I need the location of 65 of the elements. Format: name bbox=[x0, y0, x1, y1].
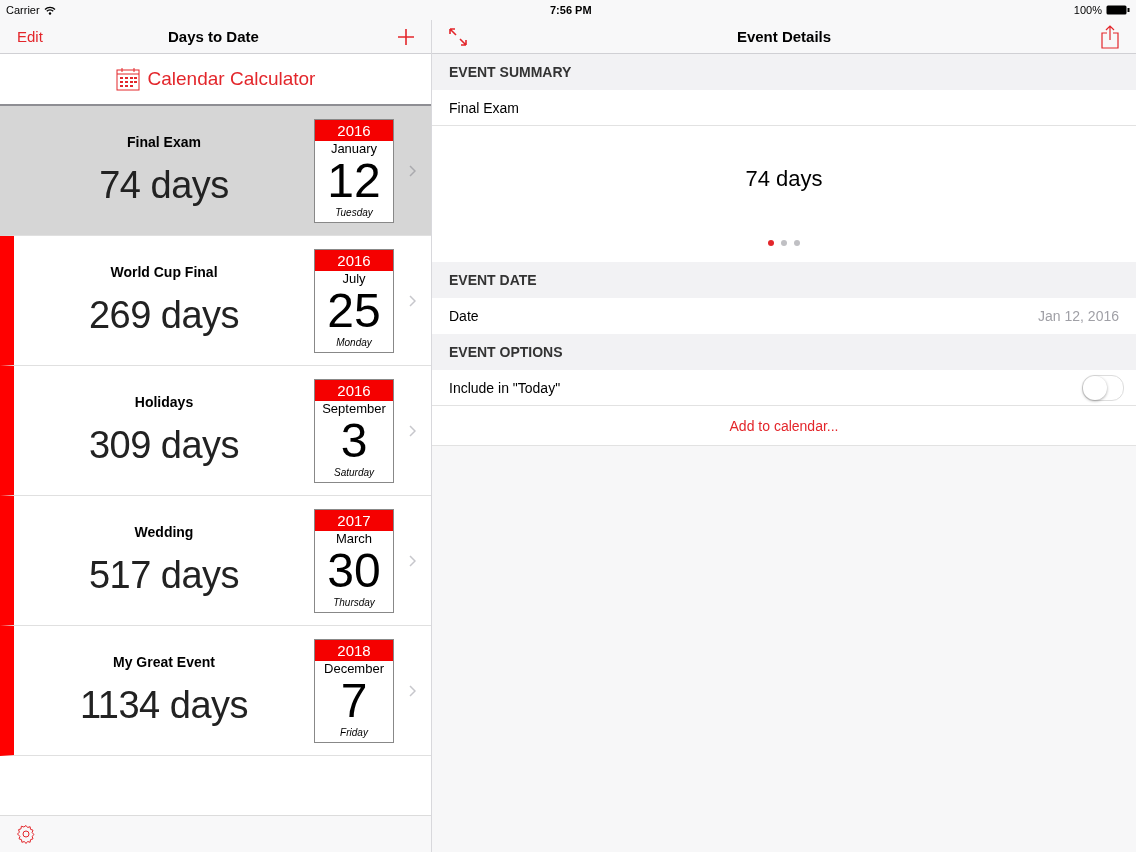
calendar-weekday: Friday bbox=[340, 726, 368, 738]
event-row[interactable]: My Great Event 1134 days 2018 December 7 Friday bbox=[0, 626, 431, 756]
carrier-label: Carrier bbox=[6, 4, 40, 16]
calendar-weekday: Saturday bbox=[334, 466, 374, 478]
calendar-year: 2016 bbox=[315, 119, 393, 141]
event-title: Wedding bbox=[134, 524, 194, 540]
chevron-icon bbox=[409, 424, 416, 437]
calendar-month: January bbox=[330, 140, 378, 157]
calendar-day: 7 bbox=[340, 676, 368, 725]
calendar-icon bbox=[115, 67, 140, 91]
settings-icon[interactable] bbox=[16, 824, 36, 844]
clock-time: 7:56 PM bbox=[550, 4, 592, 16]
days-count: 517 days bbox=[88, 554, 240, 597]
days-count: 1134 days bbox=[79, 684, 248, 727]
add-to-calendar-link[interactable]: Add to calendar... bbox=[729, 418, 839, 434]
include-label: Include in "Today" bbox=[449, 380, 561, 396]
calendar-month: March bbox=[335, 530, 373, 547]
edit-button[interactable]: Edit bbox=[17, 28, 43, 45]
wifi-icon bbox=[43, 5, 56, 15]
event-row[interactable]: Holidays 309 days 2016 September 3 Saturday bbox=[0, 366, 431, 496]
calendar-day: 3 bbox=[340, 416, 368, 465]
calendar-day: 30 bbox=[327, 546, 381, 595]
chevron-icon bbox=[409, 164, 416, 177]
page-dot[interactable] bbox=[794, 240, 800, 246]
event-title: World Cup Final bbox=[110, 264, 218, 280]
expand-icon[interactable] bbox=[449, 27, 467, 46]
calendar-year: 2016 bbox=[315, 249, 393, 271]
share-icon[interactable] bbox=[1101, 24, 1119, 49]
event-row[interactable]: Final Exam 74 days 2016 January 12 Tuesday bbox=[0, 106, 431, 236]
chevron-icon bbox=[409, 554, 416, 567]
days-count: 74 days bbox=[99, 164, 229, 207]
section-header: EVENT SUMMARY bbox=[432, 54, 1136, 90]
page-dot[interactable] bbox=[768, 240, 774, 246]
event-name: Final Exam bbox=[432, 90, 1136, 126]
event-title: Final Exam bbox=[127, 134, 201, 150]
nav-title: Event Details bbox=[736, 28, 832, 45]
calendar-month: September bbox=[322, 400, 386, 417]
battery-icon bbox=[1106, 5, 1130, 15]
calendar-day: 12 bbox=[327, 156, 381, 205]
calendar-day: 25 bbox=[327, 286, 381, 335]
days-count: 269 days bbox=[88, 294, 240, 337]
battery-percent: 100% bbox=[1073, 4, 1102, 16]
date-label: Date bbox=[449, 308, 479, 324]
calendar-year: 2017 bbox=[315, 509, 393, 531]
section-header: EVENT DATE bbox=[432, 262, 1136, 298]
days-count: 74 days bbox=[745, 166, 823, 192]
calendar-month: July bbox=[342, 270, 366, 287]
add-icon[interactable] bbox=[398, 28, 414, 45]
chevron-icon bbox=[409, 684, 416, 697]
event-row[interactable]: Wedding 517 days 2017 March 30 Thursday bbox=[0, 496, 431, 626]
event-row[interactable]: World Cup Final 269 days 2016 July 25 Monday bbox=[0, 236, 431, 366]
page-dot[interactable] bbox=[781, 240, 787, 246]
calendar-weekday: Tuesday bbox=[335, 206, 373, 218]
event-title: My Great Event bbox=[113, 654, 215, 670]
calendar-year: 2018 bbox=[315, 639, 393, 661]
calendar-month: December bbox=[324, 660, 384, 677]
days-count: 309 days bbox=[88, 424, 240, 467]
nav-title: Days to Date bbox=[168, 28, 259, 45]
calendar-year: 2016 bbox=[315, 379, 393, 401]
toggle-switch[interactable] bbox=[1082, 375, 1124, 401]
calendar-weekday: Monday bbox=[336, 336, 372, 348]
event-title: Holidays bbox=[134, 394, 194, 410]
section-header: EVENT OPTIONS bbox=[432, 334, 1136, 370]
calendar-weekday: Thursday bbox=[333, 596, 375, 608]
chevron-icon bbox=[409, 294, 416, 307]
